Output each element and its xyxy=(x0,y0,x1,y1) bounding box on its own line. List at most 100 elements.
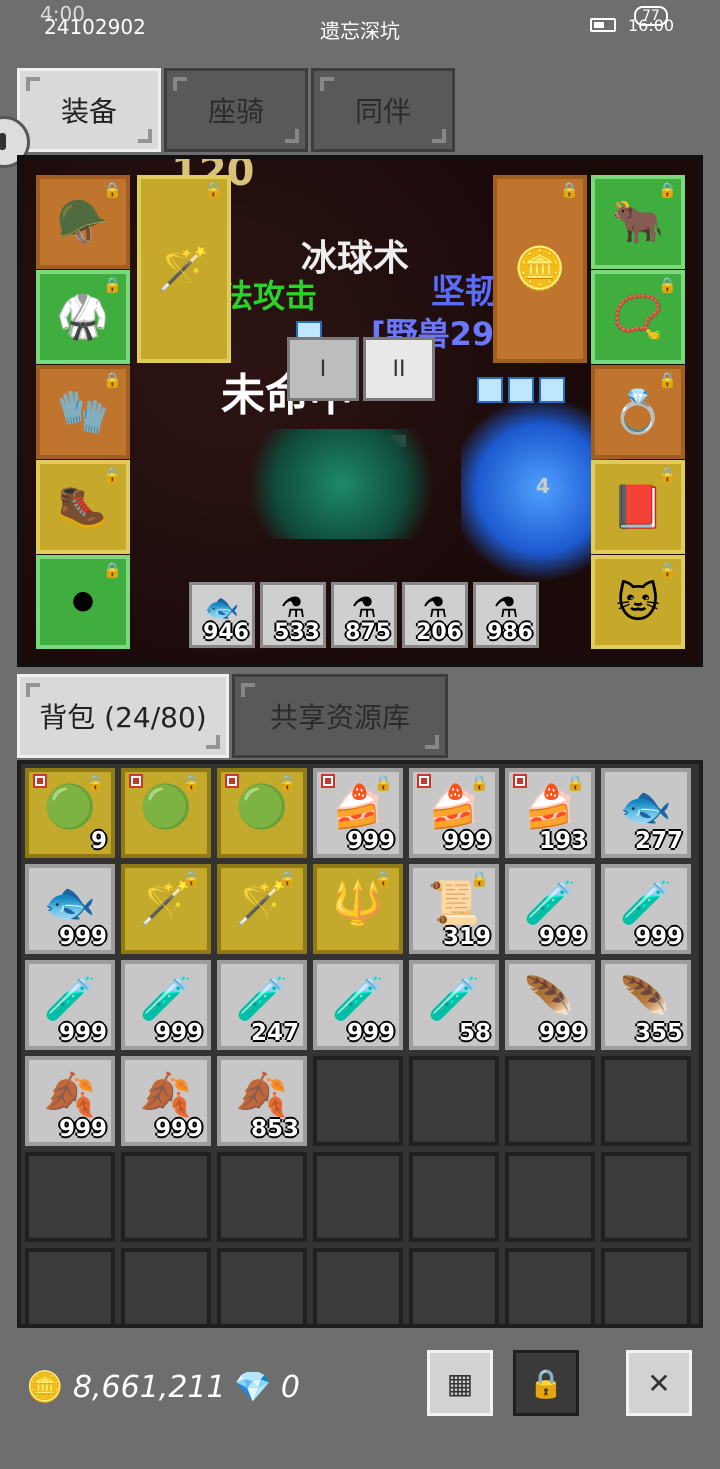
equip-slot[interactable]: 🥾 🔒 xyxy=(36,460,130,554)
fish-icon: 🐟 xyxy=(619,782,673,831)
quickbar-slot[interactable]: ⚗ 206 xyxy=(402,582,468,648)
corner-decoration xyxy=(320,77,334,91)
item-count: 999 xyxy=(634,924,683,950)
tab-equipment[interactable]: 装备 xyxy=(17,68,161,152)
equip-slot[interactable]: 🥋 🔒 xyxy=(36,270,130,364)
equip-slot[interactable]: ⚫ 🔒 xyxy=(36,555,130,649)
lock-icon: 🔒 xyxy=(470,774,489,792)
skill-name-text: 冰球术 xyxy=(301,238,410,279)
inventory-slot[interactable]: 🐟 999 xyxy=(25,864,115,954)
inventory-slot[interactable]: 🧪 247 xyxy=(217,960,307,1050)
inventory-slot[interactable]: 🪶 999 xyxy=(505,960,595,1050)
inventory-slot[interactable]: 🧪 999 xyxy=(505,864,595,954)
tab-mount[interactable]: 座骑 xyxy=(164,68,308,152)
sort-grid-button[interactable]: ▦ xyxy=(427,1350,493,1416)
lock-button[interactable]: 🔒 xyxy=(513,1350,579,1416)
inventory-slot[interactable]: 🍰 🔒 999 xyxy=(313,768,403,858)
blue-potion-icon: 🧪 xyxy=(139,974,193,1023)
empty-slot[interactable] xyxy=(25,1152,115,1242)
blue-potion-icon: 🧪 xyxy=(619,878,673,927)
lock-icon: 🔒 xyxy=(103,466,122,484)
inventory-slot[interactable]: 🍂 853 xyxy=(217,1056,307,1146)
empty-slot[interactable] xyxy=(313,1248,403,1324)
inventory-slot[interactable]: 🧪 999 xyxy=(25,960,115,1050)
empty-slot[interactable] xyxy=(121,1248,211,1324)
grid-icon: ▦ xyxy=(446,1366,474,1400)
offhand-slot[interactable]: 🪙 🔒 xyxy=(493,175,587,363)
lock-icon: 🔒 xyxy=(103,561,122,579)
close-button[interactable]: ✕ xyxy=(626,1350,692,1416)
quickbar-slot[interactable]: ⚗ 875 xyxy=(331,582,397,648)
tab-label: 同伴 xyxy=(354,95,411,128)
empty-slot[interactable] xyxy=(601,1056,691,1146)
item-count: 999 xyxy=(346,1020,395,1046)
inventory-slot[interactable]: 🟢 🔒 xyxy=(121,768,211,858)
empty-slot[interactable] xyxy=(601,1152,691,1242)
inventory-slot[interactable]: 🍰 🔒 193 xyxy=(505,768,595,858)
equip-slot[interactable]: 💍 🔒 xyxy=(591,365,685,459)
lock-icon: 🔒 xyxy=(103,181,122,199)
inventory-slot[interactable]: 🐟 277 xyxy=(601,768,691,858)
empty-slot[interactable] xyxy=(313,1056,403,1146)
empty-slot[interactable] xyxy=(409,1248,499,1324)
quickbar-slot[interactable]: 🐟 946 xyxy=(189,582,255,648)
lock-icon: 🔒 xyxy=(658,371,677,389)
item-count: 999 xyxy=(538,924,587,950)
inventory-slot[interactable]: 🔱 🔒 xyxy=(313,864,403,954)
empty-slot[interactable] xyxy=(313,1152,403,1242)
equip-slot[interactable]: 🧤 🔒 xyxy=(36,365,130,459)
quickbar-slot[interactable]: ⚗ 986 xyxy=(473,582,539,648)
empty-slot[interactable] xyxy=(25,1248,115,1324)
item-count: 9 xyxy=(90,828,107,854)
empty-slot[interactable] xyxy=(505,1152,595,1242)
equip-slot[interactable]: 📿 🔒 xyxy=(591,270,685,364)
glove-icon: 🧤 xyxy=(56,387,110,436)
inventory-slot[interactable]: 🧪 58 xyxy=(409,960,499,1050)
lock-icon: 🔒 xyxy=(658,466,677,484)
corner-decoration xyxy=(26,77,40,91)
inventory-slot[interactable]: 🍂 999 xyxy=(25,1056,115,1146)
skill-tab-2[interactable]: II xyxy=(363,337,435,401)
inventory-slot[interactable]: 🟢 🔒 xyxy=(217,768,307,858)
equip-slot[interactable]: 📕 🔒 xyxy=(591,460,685,554)
empty-slot[interactable] xyxy=(505,1056,595,1146)
lock-icon: 🔒 xyxy=(566,774,585,792)
equip-slot[interactable]: 🐱 🔒 xyxy=(591,555,685,649)
corner-decoration xyxy=(425,735,439,749)
equip-slot[interactable]: 🪖 🔒 xyxy=(36,175,130,269)
empty-slot[interactable] xyxy=(601,1248,691,1324)
lock-icon: 🔒 xyxy=(103,276,122,294)
tab-companion[interactable]: 同伴 xyxy=(311,68,455,152)
empty-slot[interactable] xyxy=(505,1248,595,1324)
inventory-slot[interactable]: 🧪 999 xyxy=(313,960,403,1050)
necklace-icon: 📿 xyxy=(611,292,665,341)
inventory-slot[interactable]: 🍰 🔒 999 xyxy=(409,768,499,858)
empty-slot[interactable] xyxy=(217,1152,307,1242)
empty-slot[interactable] xyxy=(409,1152,499,1242)
inventory-slot[interactable]: 🧪 999 xyxy=(601,864,691,954)
item-count: 946 xyxy=(203,620,249,645)
inventory-slot[interactable]: 🟢 🔒 9 xyxy=(25,768,115,858)
inventory-slot[interactable]: 📜 🔒 319 xyxy=(409,864,499,954)
empty-slot[interactable] xyxy=(121,1152,211,1242)
skill-tab-1[interactable]: I xyxy=(287,337,359,401)
lock-icon: 🔒 xyxy=(528,1366,564,1400)
inventory-slot[interactable]: 🪶 355 xyxy=(601,960,691,1050)
status-clock: 16:00 xyxy=(628,16,675,35)
weapon-slot[interactable]: 🪄 🔒 xyxy=(137,175,231,363)
quickbar-slot[interactable]: ⚗ 533 xyxy=(260,582,326,648)
inventory-slot[interactable]: 🪄 🔒 xyxy=(217,864,307,954)
inventory-slot[interactable]: 🍂 999 xyxy=(121,1056,211,1146)
lock-icon: 🔒 xyxy=(278,870,297,888)
tab-backpack[interactable]: 背包 (24/80) xyxy=(17,674,229,758)
empty-slot[interactable] xyxy=(409,1056,499,1146)
footer: 🪙 8,661,211 💎 0 ▦ 🔒 ✕ xyxy=(0,1340,720,1430)
inventory-slot[interactable]: 🧪 999 xyxy=(121,960,211,1050)
item-count: 853 xyxy=(250,1116,299,1142)
empty-slot[interactable] xyxy=(217,1248,307,1324)
tab-shared-storage[interactable]: 共享资源库 xyxy=(232,674,448,758)
equip-slot[interactable]: 🐂 🔒 xyxy=(591,175,685,269)
inventory-slot[interactable]: 🪄 🔒 xyxy=(121,864,211,954)
item-count: 999 xyxy=(154,1116,203,1142)
green-combat-text: 法攻击 xyxy=(221,277,318,315)
